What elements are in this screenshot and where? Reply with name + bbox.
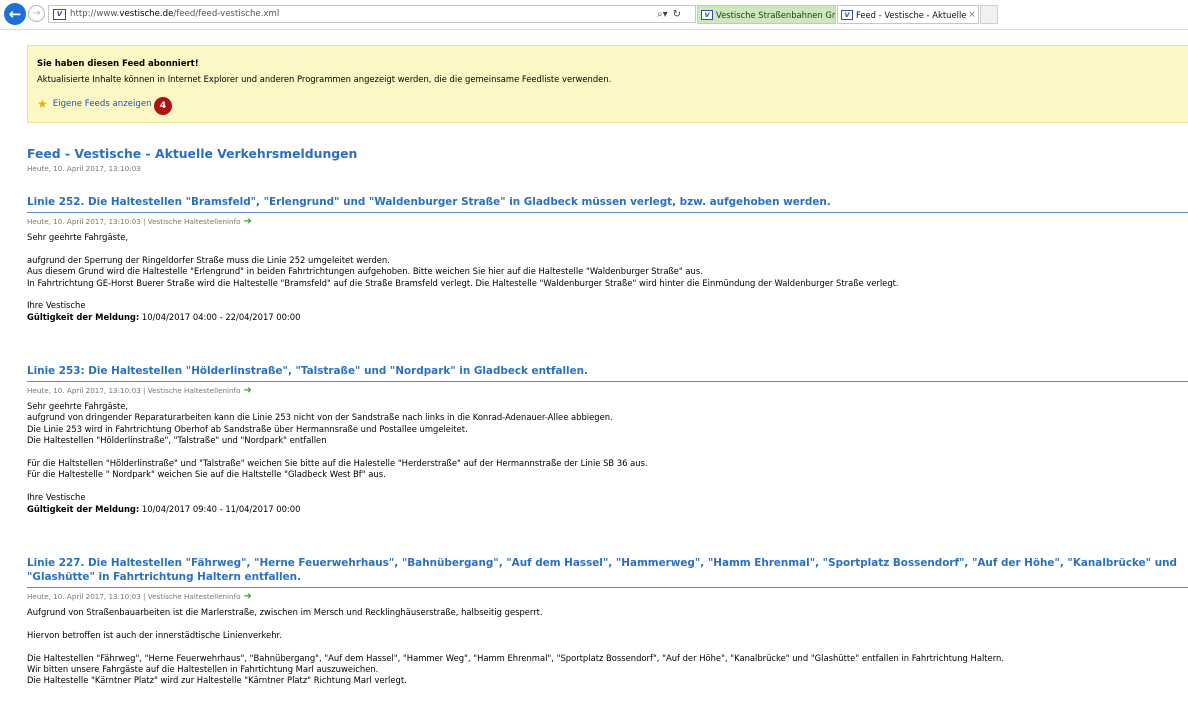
- validity-line: Gültigkeit der Meldung: 10/04/2017 04:00…: [27, 312, 1188, 323]
- validity-label: Gültigkeit der Meldung:: [27, 311, 140, 322]
- address-url[interactable]: http://www.vestische.de/feed/feed-vestis…: [70, 9, 657, 19]
- banner-title: Sie haben diesen Feed abonniert!: [37, 59, 199, 69]
- feed-article: Linie 227. Die Haltestellen "Fährweg", "…: [27, 556, 1188, 687]
- validity-value: 10/04/2017 09:40 - 11/04/2017 00:00: [139, 503, 301, 514]
- article-meta-text: Heute, 10. April 2017, 13:10:03 | Vestis…: [27, 217, 241, 226]
- go-arrow-icon[interactable]: ➜: [244, 385, 252, 396]
- body-line: [27, 641, 1188, 652]
- article-meta-text: Heute, 10. April 2017, 13:10:03 | Vestis…: [27, 592, 241, 601]
- tab-label: Vestische Straßenbahnen Gmb...: [716, 9, 835, 20]
- view-feeds-label: Eigene Feeds anzeigen: [52, 99, 152, 109]
- body-line: Für die Haltestelle " Nordpark" weichen …: [27, 469, 386, 480]
- tab-favicon-icon: V: [841, 9, 853, 20]
- tab-favicon-icon: V: [701, 9, 713, 20]
- tab-label: Feed - Vestische - Aktuelle ...: [856, 9, 966, 20]
- body-line: Die Haltestellen "Hölderlinstraße", "Tal…: [27, 435, 327, 446]
- address-tools: ⌕▾ ↻: [657, 9, 695, 20]
- body-line: Die Linie 253 wird in Fahrtrichtung Ober…: [27, 423, 468, 434]
- body-line: [27, 289, 1188, 300]
- validity-label: Gültigkeit der Meldung:: [27, 503, 140, 514]
- article-title-link[interactable]: Linie 253: Die Haltestellen "Hölderlinst…: [27, 364, 1188, 382]
- banner-text: Aktualisierte Inhalte können in Internet…: [37, 74, 612, 84]
- body-line: Die Haltestelle "Kärntner Platz" wird zu…: [27, 675, 407, 686]
- body-line: Aus diesem Grund wird die Haltestelle "E…: [27, 266, 703, 277]
- body-line: [27, 243, 1188, 254]
- body-line: Hiervon betroffen ist auch der innerstäd…: [27, 629, 282, 640]
- back-arrow-icon[interactable]: ←: [4, 3, 26, 25]
- step-badge: 4: [154, 97, 172, 115]
- article-meta: Heute, 10. April 2017, 13:10:03 | Vestis…: [27, 385, 1188, 396]
- body-line: aufgrund der Sperrung der Ringeldorfer S…: [27, 254, 390, 265]
- site-favicon-icon: V: [53, 8, 66, 20]
- view-feeds-link[interactable]: ★ Eigene Feeds anzeigen: [37, 98, 152, 110]
- close-tab-icon[interactable]: ×: [966, 10, 978, 20]
- body-line: Für die Haltstellen "Hölderlinstraße" un…: [27, 458, 648, 469]
- body-line: Aufgrund von Straßenbauarbeiten ist die …: [27, 607, 543, 617]
- address-bar[interactable]: V http://www.vestische.de/feed/feed-vest…: [48, 5, 696, 23]
- article-meta-text: Heute, 10. April 2017, 13:10:03 | Vestis…: [27, 386, 241, 395]
- forward-arrow-icon[interactable]: →: [28, 5, 45, 22]
- subscription-banner: Sie haben diesen Feed abonniert! Aktuali…: [27, 45, 1188, 123]
- article-body: Aufgrund von Straßenbauarbeiten ist die …: [27, 607, 1188, 687]
- star-icon: ★: [37, 97, 48, 111]
- tab-vestische-home[interactable]: V Vestische Straßenbahnen Gmb...: [697, 5, 836, 24]
- article-body: Sehr geehrte Fahrgäste, aufgrund von dri…: [27, 401, 1188, 515]
- body-line: [27, 618, 1188, 629]
- body-line: Sehr geehrte Fahrgäste,: [27, 232, 129, 242]
- body-line: Wir bitten unsere Fahrgäste auf die Halt…: [27, 664, 379, 674]
- body-line: Ihre Vestische: [27, 300, 86, 311]
- article-title-link[interactable]: Linie 252. Die Haltestellen "Bramsfeld",…: [27, 195, 1188, 213]
- search-dropdown-icon[interactable]: ⌕▾: [657, 9, 668, 20]
- article-meta: Heute, 10. April 2017, 13:10:03 | Vestis…: [27, 591, 1188, 602]
- go-arrow-icon[interactable]: ➜: [244, 591, 252, 602]
- body-line: [27, 447, 1188, 458]
- article-title-link[interactable]: Linie 227. Die Haltestellen "Fährweg", "…: [27, 556, 1188, 588]
- body-line: Ihre Vestische: [27, 492, 86, 503]
- refresh-icon[interactable]: ↻: [673, 9, 681, 20]
- go-arrow-icon[interactable]: ➜: [244, 216, 252, 227]
- feed-article: Linie 252. Die Haltestellen "Bramsfeld",…: [27, 195, 1188, 323]
- new-tab-button[interactable]: [980, 5, 998, 24]
- browser-toolbar: ← → V http://www.vestische.de/feed/feed-…: [0, 0, 1188, 30]
- body-line: Sehr geehrte Fahrgäste,: [27, 401, 129, 411]
- body-line: [27, 481, 1188, 492]
- validity-line: Gültigkeit der Meldung: 10/04/2017 09:40…: [27, 504, 1188, 515]
- body-line: aufgrund von dringender Reparaturarbeite…: [27, 412, 613, 423]
- feed-title: Feed - Vestische - Aktuelle Verkehrsmeld…: [27, 146, 358, 161]
- feed-date: Heute, 10. April 2017, 13:10:03: [27, 164, 141, 173]
- body-line: In Fahrtrichtung GE-Horst Buerer Straße …: [27, 277, 899, 288]
- validity-value: 10/04/2017 04:00 - 22/04/2017 00:00: [139, 311, 301, 322]
- tab-feed-active[interactable]: V Feed - Vestische - Aktuelle ... ×: [837, 5, 979, 24]
- feed-page: Sie haben diesen Feed abonniert! Aktuali…: [0, 31, 1188, 706]
- article-meta: Heute, 10. April 2017, 13:10:03 | Vestis…: [27, 216, 1188, 227]
- article-body: Sehr geehrte Fahrgäste, aufgrund der Spe…: [27, 232, 1188, 323]
- feed-article: Linie 253: Die Haltestellen "Hölderlinst…: [27, 364, 1188, 515]
- body-line: Die Haltestellen "Fährweg", "Herne Feuer…: [27, 652, 1004, 663]
